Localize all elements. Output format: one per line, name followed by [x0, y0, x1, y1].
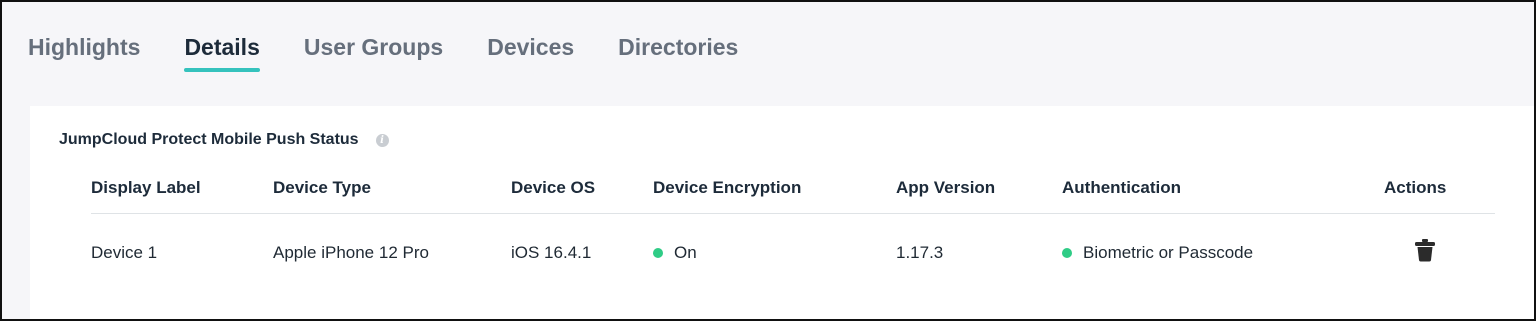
cell-display-label: Device 1 — [91, 243, 158, 262]
tab-highlights[interactable]: Highlights — [28, 32, 140, 62]
push-status-table: Display Label Device Type Device OS Devi… — [91, 172, 1495, 290]
table-header: Display Label Device Type Device OS Devi… — [91, 172, 1495, 214]
table-row: Device 1 Apple iPhone 12 Pro iOS 16.4.1 … — [91, 214, 1495, 290]
authentication-value: Biometric or Passcode — [1083, 243, 1254, 262]
column-header-actions: Actions — [1384, 178, 1447, 197]
tab-user-groups[interactable]: User Groups — [304, 32, 443, 62]
cell-authentication: Biometric or Passcode — [1062, 243, 1253, 263]
device-encryption-value: On — [674, 243, 697, 262]
tab-directories[interactable]: Directories — [618, 32, 738, 62]
info-icon[interactable]: i — [375, 133, 389, 147]
tab-devices[interactable]: Devices — [487, 32, 574, 62]
column-header-app-version: App Version — [896, 178, 996, 197]
column-header-display-label: Display Label — [91, 178, 201, 197]
status-dot-icon — [653, 248, 663, 258]
section-heading: JumpCloud Protect Mobile Push Status i — [59, 131, 389, 149]
cell-device-type: Apple iPhone 12 Pro — [273, 243, 429, 262]
column-header-device-type: Device Type — [273, 178, 371, 197]
section-title: JumpCloud Protect Mobile Push Status — [59, 131, 359, 148]
page-frame: Highlights Details User Groups Devices D… — [0, 0, 1536, 321]
cell-app-version: 1.17.3 — [896, 243, 944, 262]
cell-device-os: iOS 16.4.1 — [511, 243, 592, 262]
trash-icon[interactable] — [1414, 238, 1436, 267]
details-panel: JumpCloud Protect Mobile Push Status i D… — [30, 106, 1534, 319]
column-header-device-encryption: Device Encryption — [653, 178, 802, 197]
column-header-authentication: Authentication — [1062, 178, 1181, 197]
cell-device-encryption: On — [653, 243, 697, 263]
tab-bar: Highlights Details User Groups Devices D… — [28, 32, 782, 72]
column-header-device-os: Device OS — [511, 178, 596, 197]
tab-details[interactable]: Details — [184, 32, 261, 72]
status-dot-icon — [1062, 248, 1072, 258]
